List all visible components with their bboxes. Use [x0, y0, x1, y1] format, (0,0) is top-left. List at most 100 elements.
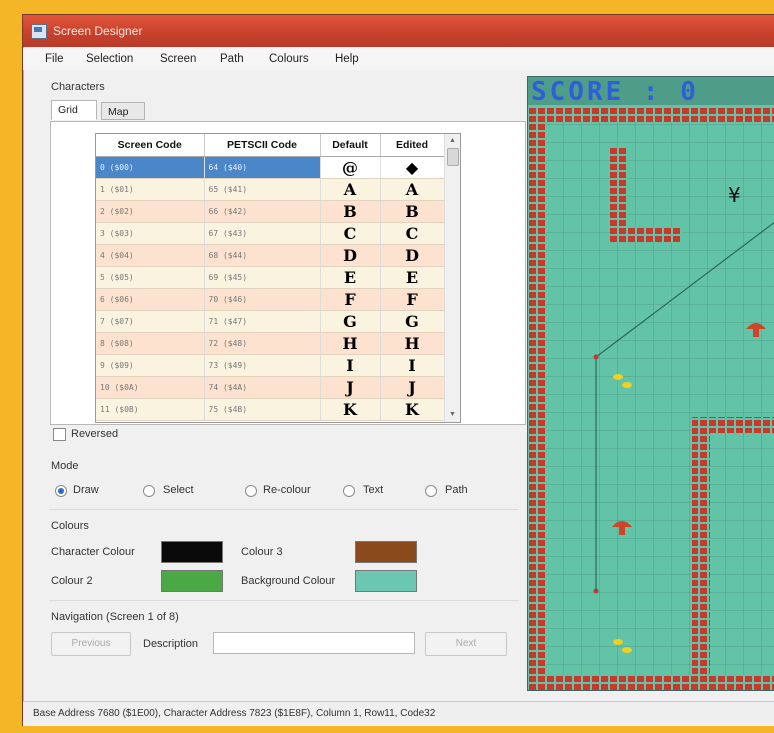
table-row[interactable]: 7 ($07) 71 ($47) G G — [96, 310, 445, 333]
mode-recolour-radio[interactable] — [245, 485, 257, 497]
cell-default-glyph: H — [320, 332, 381, 355]
cell-screen-code: 6 ($06) — [96, 288, 205, 311]
cell-default-glyph: B — [320, 200, 381, 223]
mode-select-radio[interactable] — [143, 485, 155, 497]
mode-text-label: Text — [363, 484, 384, 496]
menu-path[interactable]: Path — [220, 53, 244, 65]
menu-screen[interactable]: Screen — [160, 53, 196, 65]
wall-top — [528, 107, 774, 123]
cell-default-glyph: A — [320, 178, 381, 201]
mode-draw-label: Draw — [73, 484, 99, 496]
table-row[interactable]: 2 ($02) 66 ($42) B B — [96, 200, 445, 223]
cell-edited-glyph: G — [380, 310, 445, 333]
cell-edited-glyph: D — [380, 244, 445, 267]
table-row[interactable]: 9 ($09) 73 ($49) I I — [96, 354, 445, 377]
status-bar: Base Address 7680 ($1E00), Character Add… — [23, 701, 774, 726]
table-row[interactable]: 4 ($04) 68 ($44) D D — [96, 244, 445, 267]
cell-screen-code: 0 ($00) — [96, 156, 205, 179]
table-row[interactable]: 3 ($03) 67 ($43) C C — [96, 222, 445, 245]
cell-petscii-code: 67 ($43) — [204, 222, 321, 245]
cell-screen-code: 4 ($04) — [96, 244, 205, 267]
wall-bottom — [528, 675, 774, 690]
table-row[interactable]: 0 ($00) 64 ($40) @ ◆ — [96, 156, 445, 179]
menu-selection[interactable]: Selection — [86, 53, 133, 65]
tab-map[interactable]: Map — [101, 102, 145, 120]
table-row[interactable]: 11 ($0B) 75 ($4B) K K — [96, 398, 445, 421]
cell-petscii-code: 68 ($44) — [204, 244, 321, 267]
cell-petscii-code: 73 ($49) — [204, 354, 321, 377]
cell-edited-glyph: B — [380, 200, 445, 223]
mode-draw-radio[interactable] — [55, 485, 67, 497]
divider — [49, 600, 519, 601]
tab-grid[interactable]: Grid — [51, 100, 97, 120]
table-row[interactable]: 5 ($05) 69 ($45) E E — [96, 266, 445, 289]
cell-petscii-code: 74 ($4A) — [204, 376, 321, 399]
spider-sprite-icon: ¥ — [728, 183, 741, 207]
cell-edited-glyph: F — [380, 288, 445, 311]
character-table-body: 0 ($00) 64 ($40) @ ◆ 1 ($01) 65 ($41) A A 2 ($02… — [96, 156, 445, 421]
character-table: Screen Code PETSCII Code Default Edited … — [96, 134, 445, 421]
cell-screen-code: 11 ($0B) — [96, 398, 205, 421]
character-colour-swatch[interactable] — [161, 541, 223, 563]
cell-default-glyph: C — [320, 222, 381, 245]
menu-colours[interactable]: Colours — [269, 53, 309, 65]
previous-button[interactable]: Previous — [51, 632, 131, 656]
description-input[interactable] — [213, 632, 415, 654]
table-row[interactable]: 10 ($0A) 74 ($4A) J J — [96, 376, 445, 399]
cell-screen-code: 8 ($08) — [96, 332, 205, 355]
window-title: Screen Designer — [53, 24, 143, 38]
cell-edited-glyph: H — [380, 332, 445, 355]
column-header-screen-code[interactable]: Screen Code — [96, 134, 205, 157]
menu-file[interactable]: File — [45, 53, 64, 65]
scroll-thumb[interactable] — [447, 148, 459, 166]
cell-edited-glyph: ◆ — [380, 156, 445, 179]
cell-petscii-code: 66 ($42) — [204, 200, 321, 223]
mode-label: Mode — [51, 460, 79, 472]
cell-screen-code: 3 ($03) — [96, 222, 205, 245]
cell-screen-code: 2 ($02) — [96, 200, 205, 223]
cell-edited-glyph: C — [380, 222, 445, 245]
cell-default-glyph: J — [320, 376, 381, 399]
mode-recolour-label: Re-colour — [263, 484, 311, 496]
scroll-up-icon[interactable]: ▲ — [445, 134, 460, 148]
cell-screen-code: 7 ($07) — [96, 310, 205, 333]
mode-text-radio[interactable] — [343, 485, 355, 497]
scroll-down-icon[interactable]: ▼ — [445, 408, 460, 422]
background-colour-swatch[interactable] — [355, 570, 417, 592]
table-row[interactable]: 1 ($01) 65 ($41) A A — [96, 178, 445, 201]
app-window: Screen Designer File Selection Screen Pa… — [22, 14, 774, 726]
path-node[interactable] — [593, 354, 599, 360]
cell-petscii-code: 70 ($46) — [204, 288, 321, 311]
character-grid[interactable]: Screen Code PETSCII Code Default Edited … — [95, 133, 461, 423]
menu-help[interactable]: Help — [335, 53, 359, 65]
colour3-swatch[interactable] — [355, 541, 417, 563]
screen-preview[interactable]: SCORE : 0 ¥ — [527, 76, 774, 691]
table-row[interactable]: 6 ($06) 70 ($46) F F — [96, 288, 445, 311]
status-text: Base Address 7680 ($1E00), Character Add… — [33, 708, 436, 719]
cell-default-glyph: E — [320, 266, 381, 289]
wall-segment — [692, 417, 710, 677]
table-row[interactable]: 8 ($08) 72 ($48) H H — [96, 332, 445, 355]
wall-left — [528, 107, 546, 690]
colour2-swatch[interactable] — [161, 570, 223, 592]
character-colour-label: Character Colour — [51, 546, 135, 558]
reversed-label: Reversed — [71, 428, 119, 440]
reversed-checkbox[interactable] — [53, 428, 66, 441]
description-label: Description — [143, 638, 199, 650]
column-header-petscii-code[interactable]: PETSCII Code — [204, 134, 321, 157]
divider — [49, 509, 519, 510]
grid-scrollbar[interactable]: ▲ ▼ — [444, 134, 460, 422]
cell-petscii-code: 75 ($4B) — [204, 398, 321, 421]
column-header-edited[interactable]: Edited — [380, 134, 445, 157]
column-header-default[interactable]: Default — [320, 134, 381, 157]
mode-path-radio[interactable] — [425, 485, 437, 497]
mode-path-label: Path — [445, 484, 468, 496]
cell-petscii-code: 69 ($45) — [204, 266, 321, 289]
cell-screen-code: 1 ($01) — [96, 178, 205, 201]
next-button[interactable]: Next — [425, 632, 507, 656]
cell-screen-code: 9 ($09) — [96, 354, 205, 377]
app-icon — [31, 24, 47, 39]
cell-petscii-code: 72 ($48) — [204, 332, 321, 355]
cell-petscii-code: 71 ($47) — [204, 310, 321, 333]
colours-label: Colours — [51, 520, 89, 532]
